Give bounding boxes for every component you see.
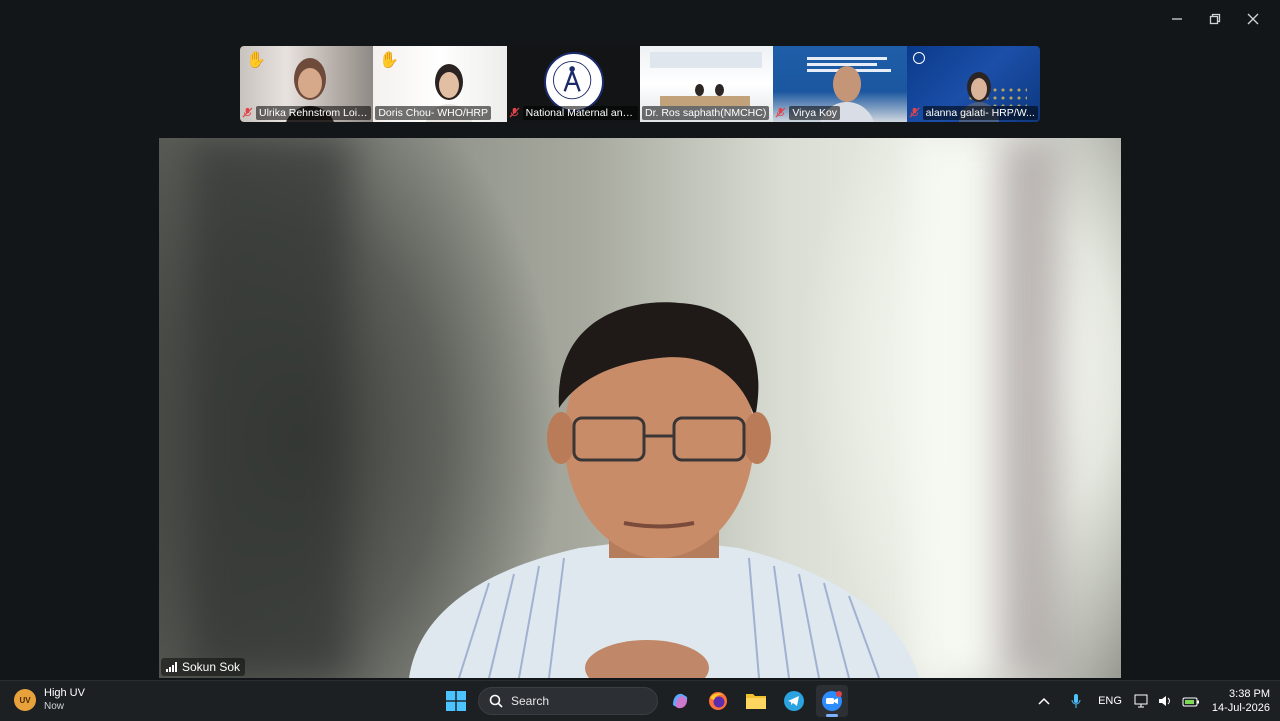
speaker-name: Sokun Sok: [182, 660, 241, 674]
participant-name: Doris Chou- WHO/HRP: [375, 105, 492, 120]
main-speaker-video[interactable]: Sokun Sok: [159, 138, 1121, 678]
mic-muted-icon: [242, 107, 253, 118]
language-indicator[interactable]: ENG: [1098, 695, 1122, 707]
taskbar-apps: Search: [440, 685, 848, 717]
participant-video: [714, 84, 724, 96]
firefox-icon: [709, 692, 727, 710]
firefox-button[interactable]: [702, 685, 734, 717]
file-explorer-button[interactable]: [740, 685, 772, 717]
participant-name: alanna galati- HRP/W...: [922, 105, 1038, 120]
system-tray: ENG 3:38 PM 14-Jul-2026: [1034, 681, 1270, 721]
room-banner: [649, 52, 762, 68]
telegram-button[interactable]: [778, 685, 810, 717]
speaker-figure: [409, 302, 919, 678]
file-explorer-icon: [746, 694, 766, 709]
mic-muted-icon: [509, 107, 520, 118]
participant-face: [833, 66, 862, 102]
search-icon: [489, 694, 503, 708]
participant-video: [694, 84, 704, 96]
clock[interactable]: 3:38 PM 14-Jul-2026: [1212, 687, 1270, 715]
copilot-icon: [673, 693, 688, 709]
close-icon: [1247, 13, 1259, 25]
raised-hand-icon: ✋: [246, 52, 266, 69]
participant-tile[interactable]: Dr. Ros saphath(NMCHC): [639, 46, 774, 122]
participant-name: Ulrika Rehnstrom Loi -...: [256, 105, 372, 120]
speaker-name-tag: Sokun Sok: [161, 658, 246, 676]
participant-tile[interactable]: ✋ Ulrika Rehnstrom Loi -...: [240, 46, 374, 122]
participant-tile[interactable]: National Maternal and ...: [506, 46, 640, 122]
volume-icon: [1158, 696, 1170, 706]
window-controls: [1158, 8, 1272, 30]
participant-name: Dr. Ros saphath(NMCHC): [641, 105, 770, 120]
participant-strip: ✋ Ulrika Rehnstrom Loi -... ✋ Doris Chou…: [240, 46, 1040, 122]
quick-settings-button[interactable]: [1134, 694, 1200, 708]
weather-title: High UV: [44, 687, 85, 699]
active-indicator: [826, 714, 838, 717]
participant-name: Virya Koy: [789, 105, 841, 120]
microphone-button[interactable]: [1066, 685, 1086, 717]
participant-face: [298, 68, 322, 98]
who-logo-icon: [912, 52, 925, 64]
close-button[interactable]: [1234, 8, 1272, 30]
copilot-button[interactable]: [664, 685, 696, 717]
clock-time: 3:38 PM: [1229, 688, 1270, 700]
raised-hand-icon: ✋: [379, 52, 400, 69]
weather-widget[interactable]: UV High UV Now: [14, 687, 85, 713]
signal-strength-icon: [166, 662, 177, 672]
participant-name: National Maternal and ...: [522, 105, 638, 120]
search-placeholder: Search: [511, 694, 550, 708]
organization-logo: [543, 52, 604, 112]
clock-date: 14-Jul-2026: [1211, 702, 1270, 714]
participant-tile[interactable]: Virya Koy: [773, 46, 907, 122]
telegram-icon: [784, 691, 804, 711]
mic-muted-icon: [775, 107, 786, 118]
participant-face: [970, 78, 987, 100]
zoom-button[interactable]: [816, 685, 848, 717]
weather-subtitle: Now: [44, 701, 65, 712]
zoom-icon: [822, 691, 842, 711]
chevron-up-icon: [1038, 697, 1050, 705]
mic-muted-icon: [909, 107, 920, 118]
start-button[interactable]: [440, 685, 472, 717]
restore-icon: [1209, 13, 1221, 25]
battery-icon: [1182, 697, 1199, 707]
network-icon: [1134, 694, 1148, 708]
taskbar-search[interactable]: Search: [478, 687, 658, 715]
minimize-button[interactable]: [1158, 8, 1196, 30]
windows-logo-icon: [446, 691, 466, 711]
logo-emblem-icon: [552, 60, 591, 100]
microphone-icon: [1071, 694, 1081, 708]
show-hidden-icons-button[interactable]: [1034, 685, 1054, 717]
minimize-icon: [1172, 18, 1182, 20]
restore-button[interactable]: [1196, 8, 1234, 30]
participant-tile[interactable]: alanna galati- HRP/W...: [906, 46, 1040, 122]
taskbar: UV High UV Now Search ENG 3:38 PM 14-Jul…: [0, 680, 1280, 721]
uv-icon: UV: [14, 689, 36, 711]
participant-tile[interactable]: ✋ Doris Chou- WHO/HRP: [373, 46, 507, 122]
